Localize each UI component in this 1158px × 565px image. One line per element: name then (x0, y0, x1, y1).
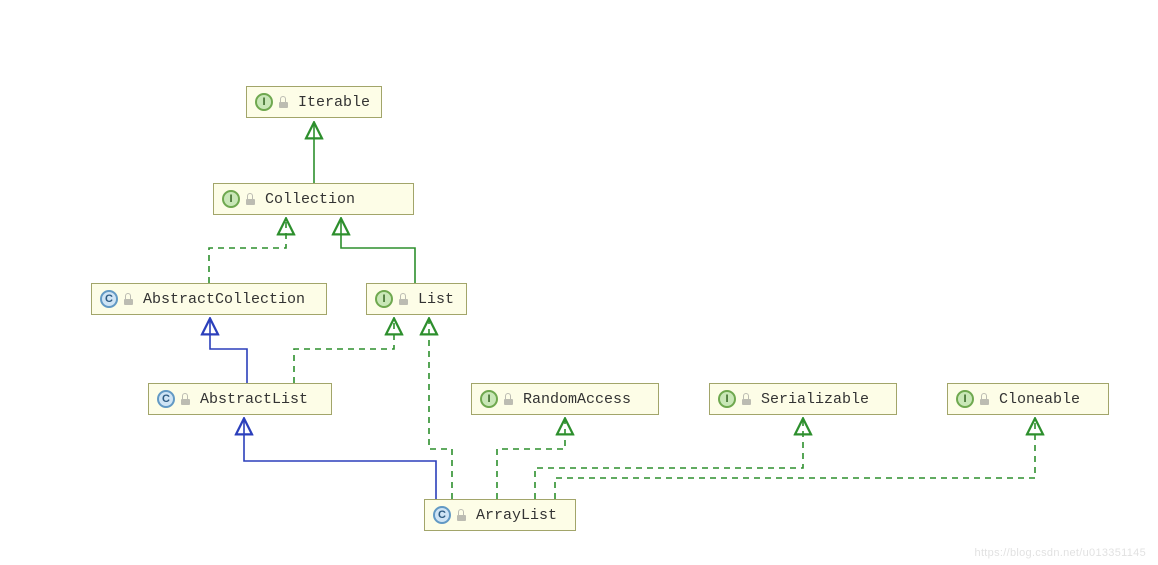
node-label: List (418, 291, 454, 308)
lock-icon (245, 193, 257, 205)
interface-icon: I (956, 390, 974, 408)
node-label: Cloneable (999, 391, 1080, 408)
node-list[interactable]: I List (366, 283, 467, 315)
interface-icon: I (718, 390, 736, 408)
node-serializable[interactable]: I Serializable (709, 383, 897, 415)
node-label: Iterable (298, 94, 370, 111)
node-label: ArrayList (476, 507, 557, 524)
lock-icon (741, 393, 753, 405)
node-array-list[interactable]: C ArrayList (424, 499, 576, 531)
interface-icon: I (222, 190, 240, 208)
interface-icon: I (480, 390, 498, 408)
node-random-access[interactable]: I RandomAccess (471, 383, 659, 415)
node-label: Collection (265, 191, 355, 208)
node-collection[interactable]: I Collection (213, 183, 414, 215)
class-icon: C (433, 506, 451, 524)
class-icon: C (100, 290, 118, 308)
lock-icon (278, 96, 290, 108)
lock-icon (398, 293, 410, 305)
lock-icon (180, 393, 192, 405)
lock-icon (503, 393, 515, 405)
lock-icon (123, 293, 135, 305)
interface-icon: I (255, 93, 273, 111)
node-abstract-collection[interactable]: C AbstractCollection (91, 283, 327, 315)
node-cloneable[interactable]: I Cloneable (947, 383, 1109, 415)
lock-icon (979, 393, 991, 405)
node-label: AbstractList (200, 391, 308, 408)
class-icon: C (157, 390, 175, 408)
node-abstract-list[interactable]: C AbstractList (148, 383, 332, 415)
node-iterable[interactable]: I Iterable (246, 86, 382, 118)
watermark: https://blog.csdn.net/u013351145 (975, 547, 1146, 559)
interface-icon: I (375, 290, 393, 308)
node-label: Serializable (761, 391, 869, 408)
node-label: RandomAccess (523, 391, 631, 408)
node-label: AbstractCollection (143, 291, 305, 308)
lock-icon (456, 509, 468, 521)
